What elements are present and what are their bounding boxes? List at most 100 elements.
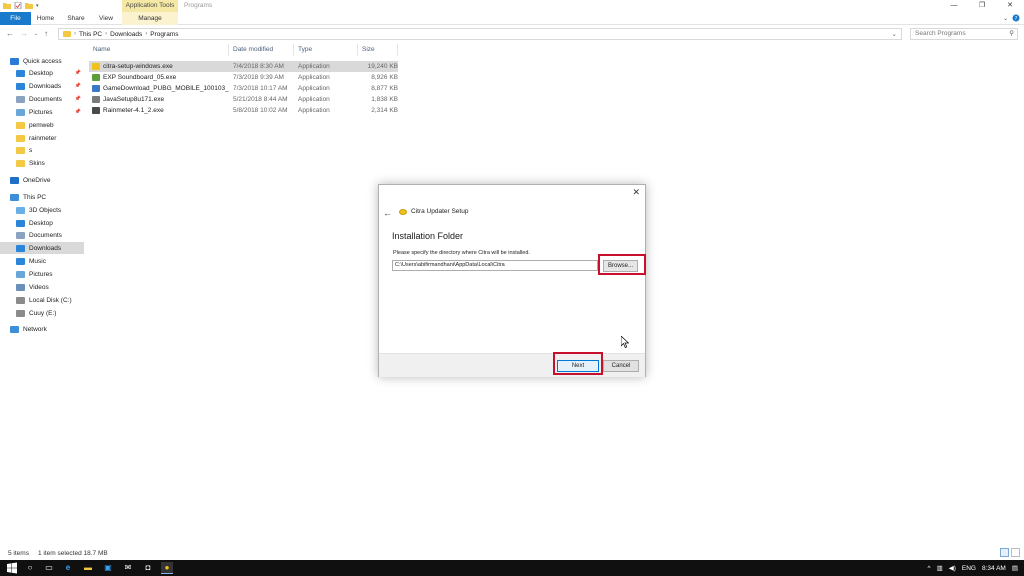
- file-date: 5/8/2018 10:02 AM: [233, 107, 288, 114]
- minimize-button[interactable]: —: [940, 0, 968, 12]
- file-row[interactable]: JavaSetup8u171.exe 5/21/2018 8:44 AM Appli…: [89, 94, 398, 105]
- task-view-icon[interactable]: ▭: [43, 562, 55, 574]
- file-name-cell: GameDownload_PUBG_MOBILE_100103_...: [92, 83, 229, 94]
- nav-item[interactable]: Downloads: [0, 242, 84, 254]
- file-name-cell: citra-setup-windows.exe: [92, 61, 229, 72]
- cancel-button[interactable]: Cancel: [603, 360, 639, 372]
- chevron-down-icon[interactable]: ⌄: [892, 29, 897, 40]
- chevron-right-icon[interactable]: ›: [74, 31, 76, 37]
- address-bar[interactable]: › This PC › Downloads › Programs ⌄: [58, 28, 902, 40]
- dialog-description: Please specify the directory where Citra…: [393, 250, 530, 256]
- nav-item[interactable]: Videos: [0, 281, 84, 293]
- cortana-search-icon[interactable]: ○: [24, 562, 36, 574]
- back-arrow-icon[interactable]: ←: [6, 28, 14, 40]
- file-icon: [92, 107, 100, 114]
- nav-item[interactable]: pemweb: [0, 119, 84, 131]
- network-icon[interactable]: ▥: [937, 564, 943, 572]
- tab-file[interactable]: File: [0, 12, 31, 25]
- nav-item[interactable]: Music: [0, 255, 84, 267]
- downloads-icon: [16, 244, 25, 252]
- breadcrumb-downloads[interactable]: Downloads: [110, 31, 142, 38]
- file-explorer-icon[interactable]: ▬: [82, 562, 94, 574]
- new-folder-icon[interactable]: [25, 2, 33, 9]
- restore-button[interactable]: ❐: [968, 0, 996, 12]
- tab-manage[interactable]: Manage: [122, 12, 178, 25]
- nav-item[interactable]: Skins: [0, 157, 84, 169]
- tab-home[interactable]: Home: [33, 12, 58, 25]
- chevron-down-icon[interactable]: ⌄: [1003, 15, 1008, 22]
- details-view-icon[interactable]: [1000, 548, 1009, 557]
- up-arrow-icon[interactable]: ↑: [44, 28, 48, 40]
- chevron-up-icon[interactable]: ^: [928, 565, 931, 572]
- store-icon[interactable]: ▣: [102, 562, 114, 574]
- file-icon: [92, 74, 100, 81]
- nav-item[interactable]: Documents: [0, 229, 84, 241]
- music-icon: [16, 257, 25, 265]
- tab-share[interactable]: Share: [63, 12, 89, 25]
- nav-item[interactable]: OneDrive: [0, 174, 84, 186]
- column-header-size[interactable]: Size: [358, 44, 398, 56]
- language-indicator[interactable]: ENG: [962, 565, 976, 572]
- close-button[interactable]: ✕: [996, 0, 1024, 12]
- nav-item[interactable]: Downloads 📌: [0, 80, 84, 92]
- windows-start-icon[interactable]: [6, 562, 18, 574]
- help-icon[interactable]: ?: [1012, 14, 1020, 22]
- recent-locations-icon[interactable]: ⌄: [34, 28, 38, 40]
- folder-icon: [16, 146, 25, 154]
- chevron-right-icon[interactable]: ›: [145, 31, 147, 37]
- svg-text:?: ?: [1015, 16, 1018, 22]
- file-row[interactable]: EXP Soundboard_05.exe 7/3/2018 9:39 AM App…: [89, 72, 398, 83]
- file-row[interactable]: citra-setup-windows.exe 7/4/2018 8:30 AM A…: [89, 61, 398, 72]
- edge-browser-icon[interactable]: e: [62, 562, 74, 574]
- nav-item[interactable]: Pictures: [0, 268, 84, 280]
- column-header-name[interactable]: Name: [89, 44, 229, 56]
- ribbon-tabs: File Home Share View Manage ⌄ ?: [0, 12, 1024, 25]
- nav-item[interactable]: 3D Objects: [0, 204, 84, 216]
- file-row[interactable]: GameDownload_PUBG_MOBILE_100103_... 7/3/2…: [89, 83, 398, 94]
- nav-item[interactable]: Quick access: [0, 55, 84, 67]
- nav-item[interactable]: This PC: [0, 191, 84, 203]
- chevron-down-icon[interactable]: ▾: [36, 3, 39, 9]
- column-header-date[interactable]: Date modified: [229, 44, 294, 56]
- context-tab-label: Application Tools: [122, 0, 178, 12]
- nav-item[interactable]: rainmeter: [0, 132, 84, 144]
- install-path-input[interactable]: C:\Users\abifirmandhani\AppData\Local\Ci…: [392, 260, 598, 271]
- nav-item[interactable]: Documents 📌: [0, 93, 84, 105]
- nav-item[interactable]: s: [0, 144, 84, 156]
- forward-arrow-icon[interactable]: →: [20, 28, 28, 40]
- notifications-icon[interactable]: ▤: [1012, 564, 1018, 572]
- nav-item[interactable]: Local Disk (C:): [0, 294, 84, 306]
- citra-taskbar-icon[interactable]: ●: [161, 562, 173, 574]
- folder-icon[interactable]: [3, 2, 11, 9]
- file-row[interactable]: Rainmeter-4.1_2.exe 5/8/2018 10:02 AM Appl…: [89, 105, 398, 116]
- tab-view[interactable]: View: [94, 12, 118, 25]
- nav-item[interactable]: Desktop: [0, 217, 84, 229]
- file-icon: [92, 96, 100, 103]
- next-highlight-box: [553, 352, 603, 375]
- mail-icon[interactable]: ✉: [122, 562, 134, 574]
- close-icon[interactable]: ✕: [632, 187, 640, 198]
- app-icon[interactable]: ◘: [142, 562, 154, 574]
- mouse-cursor-icon: [621, 336, 629, 348]
- file-date: 7/4/2018 8:30 AM: [233, 63, 284, 70]
- file-size: 1,838 KB: [371, 96, 398, 103]
- breadcrumb-this-pc[interactable]: This PC: [79, 31, 102, 38]
- nav-item[interactable]: Desktop 📌: [0, 67, 84, 79]
- pin-icon: 📌: [74, 83, 81, 89]
- chevron-right-icon[interactable]: ›: [105, 31, 107, 37]
- breadcrumb-programs[interactable]: Programs: [150, 31, 178, 38]
- volume-icon[interactable]: ◀): [949, 564, 956, 572]
- file-date: 7/3/2018 10:17 AM: [233, 85, 288, 92]
- back-arrow-icon[interactable]: ←: [383, 208, 392, 218]
- nav-item[interactable]: Pictures 📌: [0, 106, 84, 118]
- nav-item[interactable]: Network: [0, 323, 84, 335]
- nav-item[interactable]: Cuuy (E:): [0, 307, 84, 319]
- search-input[interactable]: Search Programs ⚲: [910, 28, 1018, 40]
- column-header-type[interactable]: Type: [294, 44, 358, 56]
- pictures-icon: [16, 108, 25, 116]
- properties-icon[interactable]: [14, 2, 22, 9]
- nav-item-label: Documents: [29, 95, 62, 103]
- large-icons-view-icon[interactable]: [1011, 548, 1020, 557]
- clock[interactable]: 8:34 AM: [982, 565, 1006, 572]
- nav-item-label: Cuuy (E:): [29, 309, 57, 317]
